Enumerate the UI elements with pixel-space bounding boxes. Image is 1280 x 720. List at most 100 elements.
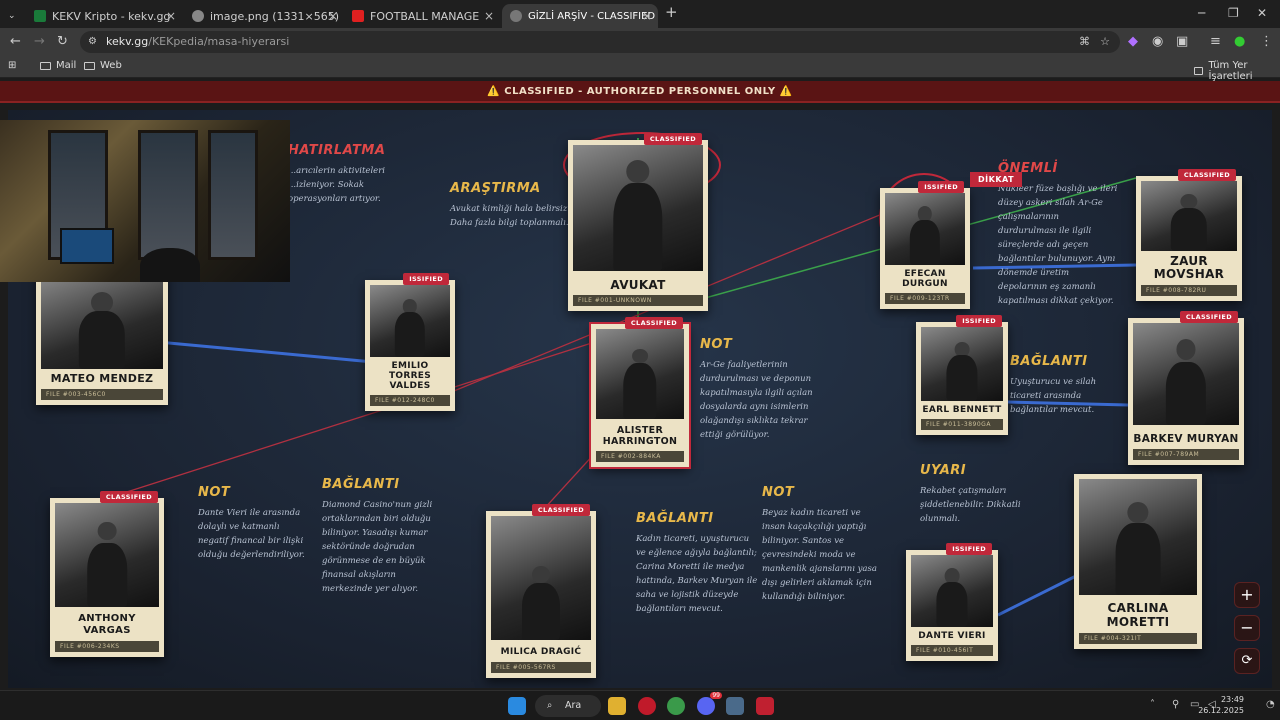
zoom-in-button[interactable]: + bbox=[1234, 582, 1260, 608]
suspect-name: BARKEV MURYAN bbox=[1133, 433, 1239, 445]
file-number: FILE #002-884KA bbox=[596, 451, 684, 462]
globe-icon bbox=[510, 10, 522, 22]
note-text: Nükleer füze başlığı ve ileri düzey aske… bbox=[998, 184, 1118, 306]
back-arrow-icon[interactable]: ← bbox=[10, 34, 21, 49]
note-title: NOT bbox=[762, 485, 795, 500]
suspect-card-barkev-muryan[interactable]: CLASSIFIED BARKEV MURYAN FILE #007-789AM bbox=[1128, 311, 1244, 465]
suspect-card-efecan-durgun[interactable]: ISSIFIED EFECAN DURGUN FILE #009-123TR bbox=[880, 181, 970, 309]
note-text: Ar-Ge faaliyetlerinin durdurulması ve de… bbox=[700, 360, 813, 440]
notification-bell-icon[interactable]: ◔ bbox=[1266, 699, 1275, 710]
folder-icon bbox=[84, 61, 95, 70]
file-explorer-icon[interactable] bbox=[608, 697, 626, 715]
chrome-icon[interactable] bbox=[667, 697, 685, 715]
tab-title: KEKV Kripto - kekv.gg bbox=[52, 9, 171, 23]
head bbox=[632, 348, 648, 364]
translate-icon[interactable]: ⌘ bbox=[1079, 31, 1090, 53]
all-bookmarks-folder[interactable]: Tüm Yer İşaretleri bbox=[1194, 60, 1280, 82]
bookmarks-bar: ⊞ Mail Web Tüm Yer İşaretleri bbox=[0, 56, 1280, 82]
media-control-icon[interactable]: ≡ bbox=[1210, 34, 1221, 49]
chevron-down-icon: ⌄ bbox=[8, 11, 16, 21]
address-bar[interactable]: ⚙ kekv.gg/KEKpedia/masa-hiyerarsi ⌘ ☆ bbox=[80, 31, 1120, 53]
zoom-out-button[interactable]: − bbox=[1234, 615, 1260, 641]
note-title: NOT bbox=[700, 337, 733, 352]
reload-icon[interactable]: ↻ bbox=[57, 34, 68, 49]
suspect-card-milica-dragic[interactable]: CLASSIFIED MILICA DRAGIĆ FILE #005-567RS bbox=[486, 504, 596, 678]
tab-list-button[interactable]: ⌄ bbox=[4, 4, 22, 28]
note-title: BAĞLANTI bbox=[1010, 354, 1088, 369]
streamer-silhouette bbox=[140, 248, 200, 282]
silhouette bbox=[1165, 361, 1207, 425]
close-tab-icon[interactable]: × bbox=[166, 9, 176, 23]
app-icon[interactable] bbox=[726, 697, 744, 715]
chevron-up-icon[interactable]: ˄ bbox=[1150, 699, 1155, 710]
suspect-name: CARLINA MORETTI bbox=[1106, 601, 1170, 629]
suspect-card-mateo-mendez[interactable]: MATEO MENDEZ FILE #003-456C0 bbox=[36, 270, 168, 405]
reset-view-button[interactable]: ⟳ bbox=[1234, 648, 1260, 674]
star-bookmark-icon[interactable]: ☆ bbox=[1100, 31, 1110, 53]
silhouette bbox=[1115, 523, 1161, 595]
note-title: NOT bbox=[198, 485, 231, 500]
suspect-card-emilio-torres-valdes[interactable]: ISSIFIED EMILIO TORRES VALDES FILE #012-… bbox=[365, 273, 455, 411]
notification-badge: 99 bbox=[710, 692, 722, 699]
note-not-dante: NOT Dante Vieri ile arasında dolaylı ve k… bbox=[198, 486, 310, 562]
windows-start-icon[interactable] bbox=[508, 697, 526, 715]
opera-icon[interactable] bbox=[638, 697, 656, 715]
bookmark-folder-mail[interactable]: Mail bbox=[40, 60, 76, 71]
extensions-puzzle-icon[interactable]: ▣ bbox=[1176, 34, 1188, 49]
forward-arrow-icon[interactable]: → bbox=[34, 34, 45, 49]
close-tab-icon[interactable]: × bbox=[328, 9, 338, 23]
suspect-card-alister-harrington[interactable]: CLASSIFIED ALISTER HARRINGTON FILE #002-… bbox=[591, 317, 689, 467]
tab-gizli-arsiv[interactable]: GİZLİ ARŞİV - CLASSIFIED FILES × bbox=[502, 4, 658, 28]
toolbar: ← → ↻ ⚙ kekv.gg/KEKpedia/masa-hiyerarsi … bbox=[0, 28, 1280, 56]
note-text: Rekabet çatışmaları şiddetlenebilir. Dik… bbox=[920, 486, 1021, 524]
suspect-photo bbox=[885, 193, 965, 265]
suspect-name: AVUKAT bbox=[610, 278, 666, 292]
close-window-button[interactable]: ✕ bbox=[1257, 6, 1267, 20]
minimize-button[interactable]: ─ bbox=[1198, 6, 1205, 20]
note-text: Uyuşturucu ve silah ticareti arasında ba… bbox=[1010, 377, 1097, 415]
discord-icon[interactable]: 99 bbox=[697, 692, 722, 715]
suspect-card-carlina-moretti[interactable]: CARLINA MORETTI FILE #004-321IT bbox=[1074, 474, 1202, 649]
microphone-icon[interactable]: ⚲ bbox=[1172, 699, 1179, 710]
tab-football-manager[interactable]: FOOTBALL MANAGER 2020 | 2( × bbox=[344, 4, 500, 28]
head bbox=[532, 565, 550, 583]
suspect-card-avukat[interactable]: CLASSIFIED AVUKAT FILE #001-UNKNOWN bbox=[568, 133, 708, 311]
note-title: UYARI bbox=[920, 463, 967, 478]
suspect-name: EARL BENNETT bbox=[922, 405, 1002, 415]
suspect-card-anthony-vargas[interactable]: CLASSIFIED ANTHONY VARGAS FILE #006-234K… bbox=[50, 491, 164, 657]
apps-grid-icon[interactable]: ⊞ bbox=[8, 60, 16, 71]
file-number: FILE #001-UNKNOWN bbox=[573, 295, 703, 306]
close-tab-icon[interactable]: × bbox=[484, 9, 494, 23]
head bbox=[1176, 339, 1196, 360]
classified-stamp: CLASSIFIED bbox=[1177, 169, 1236, 181]
app-icon[interactable] bbox=[756, 697, 774, 715]
suspect-card-dante-vieri[interactable]: ISSIFIED DANTE VIERI FILE #010-456IT bbox=[906, 543, 998, 661]
suspect-photo bbox=[1141, 181, 1237, 251]
taskbar-search[interactable]: ⌕ Ara bbox=[535, 695, 601, 717]
close-tab-icon[interactable]: × bbox=[642, 9, 652, 23]
dikkat-tag: DİKKAT bbox=[970, 172, 1023, 187]
profile-avatar[interactable]: ● bbox=[1234, 34, 1245, 49]
silhouette bbox=[909, 220, 941, 265]
webcam-overlay bbox=[0, 120, 290, 282]
tab-image[interactable]: image.png (1331×565) × bbox=[184, 4, 344, 28]
clock[interactable]: 23:49 26.12.2025 bbox=[1198, 694, 1244, 716]
extension-icon[interactable]: ◆ bbox=[1128, 34, 1138, 49]
file-number: FILE #003-456C0 bbox=[41, 389, 163, 400]
bookmark-folder-web[interactable]: Web bbox=[84, 60, 122, 71]
note-baglanti-casino: BAĞLANTI Diamond Casino'nun gizli ortakla… bbox=[322, 478, 434, 596]
note-baglanti-silah: BAĞLANTI Uyuşturucu ve silah ticareti ara… bbox=[1010, 355, 1126, 417]
suspect-photo bbox=[596, 329, 684, 419]
new-tab-button[interactable]: + bbox=[665, 3, 678, 21]
site-info-icon[interactable]: ⚙ bbox=[88, 31, 97, 53]
note-text: Avukat kimliği hala belirsiz. Daha fazla… bbox=[450, 204, 570, 228]
file-number: FILE #007-789AM bbox=[1133, 449, 1239, 460]
maximize-button[interactable]: ❐ bbox=[1228, 6, 1239, 20]
suspect-card-earl-bennett[interactable]: ISSIFIED EARL BENNETT FILE #011-3890GA bbox=[916, 315, 1008, 435]
tab-kekv-kripto[interactable]: KEKV Kripto - kekv.gg × bbox=[26, 4, 182, 28]
suspect-card-zaur-movshar[interactable]: CLASSIFIED ZAUR MOVSHAR FILE #008-782RU bbox=[1136, 169, 1242, 301]
kebab-menu-icon[interactable]: ⋮ bbox=[1260, 34, 1273, 49]
bookmark-label: Tüm Yer İşaretleri bbox=[1208, 60, 1253, 82]
classified-stamp: ISSIFIED bbox=[918, 181, 964, 193]
camera-icon[interactable]: ◉ bbox=[1152, 34, 1163, 49]
